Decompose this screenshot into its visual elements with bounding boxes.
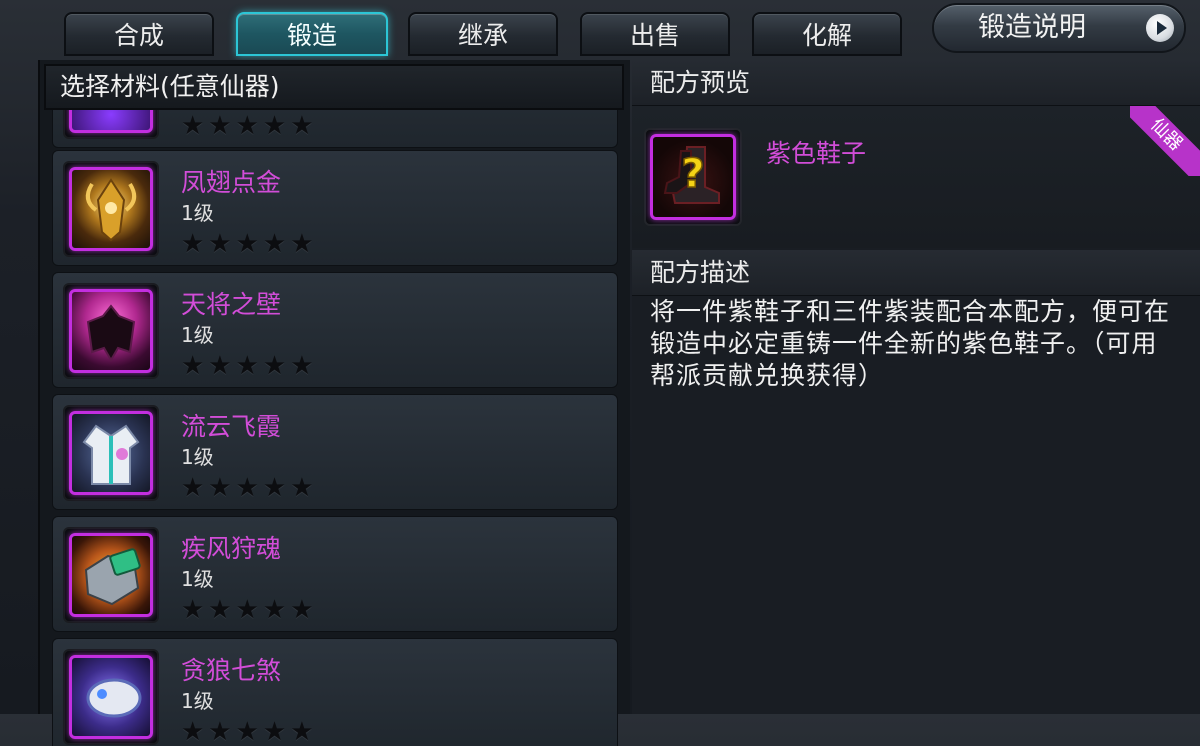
forge-info-label: 锻造说明 <box>978 12 1086 43</box>
tab-forge[interactable]: 锻造 <box>236 12 388 56</box>
list-item[interactable]: 天将之壁 1级 ★★★★★ <box>52 272 618 388</box>
item-frame <box>63 283 159 379</box>
recipe-description: 将一件紫鞋子和三件紫装配合本配方，便可在锻造中必定重铸一件全新的紫色鞋子。（可用… <box>650 297 1171 390</box>
material-panel-title: 选择材料(任意仙器) <box>44 64 624 110</box>
material-list[interactable]: ★★★★★ 凤翅点金 1级 ★★★★★ 天将之壁 1级 ★★★★★ 流云飞霞 1… <box>52 110 622 746</box>
star-rating: ★★★★★ <box>181 595 318 625</box>
item-name: 天将之壁 <box>181 290 282 319</box>
mystery-boots-icon: ? <box>650 134 736 220</box>
item-level: 1级 <box>181 567 214 591</box>
list-item[interactable]: 凤翅点金 1级 ★★★★★ <box>52 150 618 266</box>
item-level: 1级 <box>181 201 214 225</box>
list-item[interactable]: 流云飞霞 1级 ★★★★★ <box>52 394 618 510</box>
material-panel: 选择材料(任意仙器) ★★★★★ 凤翅点金 1级 ★★★★★ 天将之壁 1级 ★… <box>38 60 630 746</box>
star-rating: ★★★★★ <box>181 717 318 746</box>
play-icon <box>1146 14 1174 42</box>
preview-item-name: 紫色鞋子 <box>766 139 867 168</box>
item-name: 凤翅点金 <box>181 168 282 197</box>
item-level: 1级 <box>181 445 214 469</box>
item-frame <box>63 405 159 501</box>
recipe-panel: 配方预览 ? 紫色鞋子 仙器 配方描述 将一件紫鞋子和三件紫装配合本配方，便可在… <box>632 60 1200 714</box>
star-rating: ★★★★★ <box>181 351 318 381</box>
item-frame <box>63 110 159 139</box>
item-name: 疾风狩魂 <box>181 534 282 563</box>
preview-item-frame[interactable]: ? <box>644 128 742 226</box>
recipe-description-title: 配方描述 <box>632 250 1200 296</box>
star-rating: ★★★★★ <box>181 229 318 259</box>
star-rating: ★★★★★ <box>181 473 318 503</box>
partial-item-icon <box>69 110 153 133</box>
rarity-badge: 仙器 <box>1130 106 1200 176</box>
forge-info-button[interactable]: 锻造说明 <box>932 3 1186 53</box>
item-frame <box>63 161 159 257</box>
item-frame <box>63 649 159 745</box>
svg-text:?: ? <box>681 151 704 197</box>
robe-icon <box>69 411 153 495</box>
list-item[interactable]: 贪狼七煞 1级 ★★★★★ <box>52 638 618 746</box>
recipe-preview-title: 配方预览 <box>632 60 1200 106</box>
tab-sell[interactable]: 出售 <box>580 12 730 56</box>
star-rating: ★★★★★ <box>181 111 318 141</box>
item-name: 贪狼七煞 <box>181 656 282 685</box>
recipe-preview: ? 紫色鞋子 仙器 <box>632 106 1200 248</box>
item-level: 1级 <box>181 323 214 347</box>
item-frame <box>63 527 159 623</box>
tab-dissolve[interactable]: 化解 <box>752 12 902 56</box>
green-shoulder-armor-icon <box>69 533 153 617</box>
armor-silhouette-icon <box>69 289 153 373</box>
list-item[interactable]: ★★★★★ <box>52 110 618 148</box>
item-level: 1级 <box>181 689 214 713</box>
tab-synthesis[interactable]: 合成 <box>64 12 214 56</box>
tab-inherit[interactable]: 继承 <box>408 12 558 56</box>
item-name: 流云飞霞 <box>181 412 282 441</box>
bracer-icon <box>69 655 153 739</box>
list-item[interactable]: 疾风狩魂 1级 ★★★★★ <box>52 516 618 632</box>
golden-helmet-icon <box>69 167 153 251</box>
